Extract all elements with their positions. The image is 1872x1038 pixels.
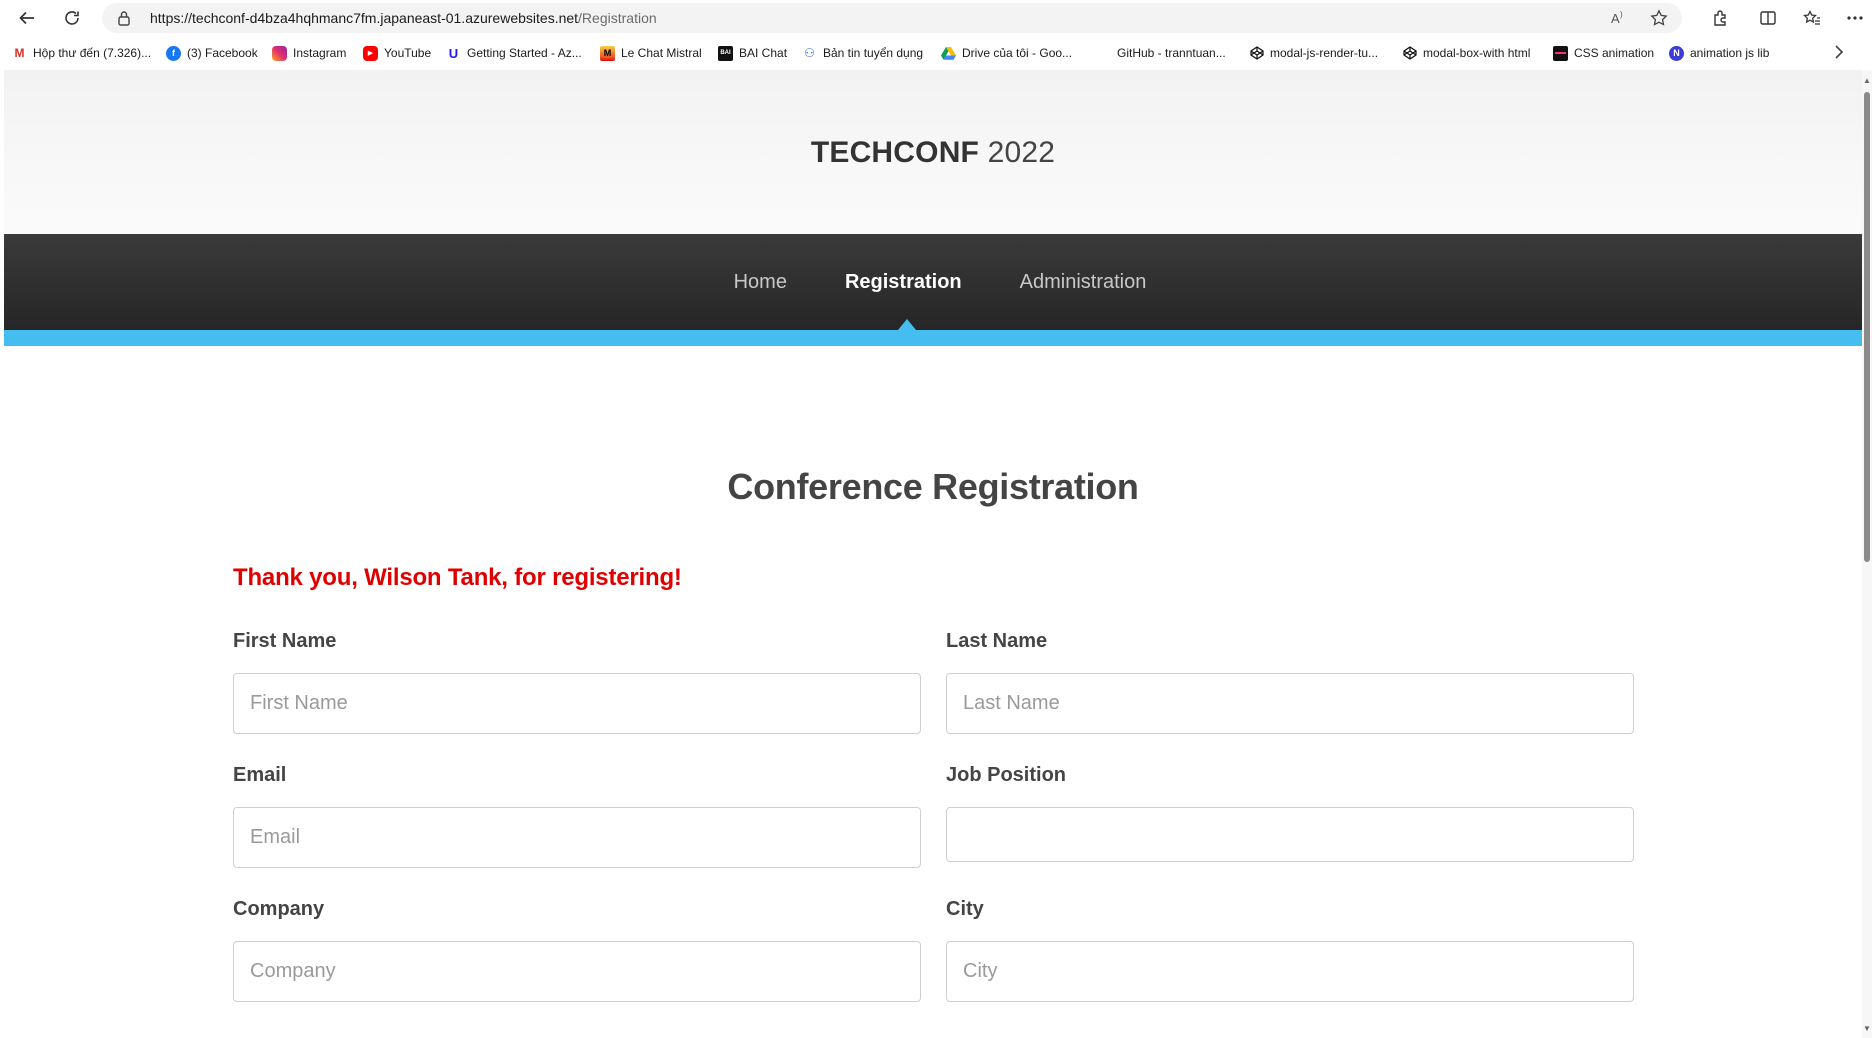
bookmark-getting-started[interactable]: U Getting Started - Az... [446, 43, 582, 63]
address-bar[interactable]: https://techconf-d4bza4hqhmanc7fm.japane… [102, 3, 1682, 33]
bookmark-label: modal-js-render-tu... [1270, 46, 1379, 60]
bookmark-css-animation[interactable]: CSS animation [1553, 43, 1654, 63]
bookmark-label: BAI Chat [739, 46, 788, 60]
bookmark-label: GitHub - tranntuan... [1117, 46, 1226, 60]
scroll-down-arrow-icon[interactable]: ▼ [1862, 1024, 1872, 1034]
bookmark-instagram[interactable]: Instagram [272, 43, 346, 63]
bookmarks-bar: M Hộp thư đến (7.326)... f (3) Facebook … [0, 40, 1872, 66]
company-label: Company [233, 898, 325, 920]
company-input[interactable] [233, 941, 921, 1002]
page-scrollbar[interactable]: ▲ ▼ [1862, 70, 1872, 1038]
scroll-up-arrow-icon[interactable]: ▲ [1862, 76, 1872, 86]
jobs-icon: ⚇ [804, 46, 815, 60]
brand-name: TECHCONF [810, 136, 980, 169]
bookmark-label: animation js lib [1690, 46, 1770, 60]
bookmark-label: (3) Facebook [187, 46, 258, 60]
youtube-icon: ▶ [363, 45, 378, 61]
main-nav: Home Registration Administration [4, 234, 1862, 330]
bookmark-github[interactable]: GitHub - tranntuan... [1096, 43, 1226, 63]
registration-section: Conference Registration Thank you, Wilso… [4, 346, 1862, 1038]
refresh-icon[interactable] [58, 4, 86, 32]
github-icon [1096, 45, 1111, 61]
nav-home[interactable]: Home [734, 271, 787, 294]
job-position-label: Job Position [946, 764, 1066, 786]
facebook-icon: f [166, 45, 181, 61]
instagram-icon [272, 45, 287, 61]
favorite-star-icon[interactable] [1648, 7, 1670, 29]
nav-registration[interactable]: Registration [845, 271, 962, 294]
bookmark-label: Bản tin tuyển dụng [823, 46, 924, 60]
split-screen-icon[interactable] [1754, 4, 1782, 32]
job-position-input[interactable] [946, 807, 1634, 862]
bookmark-label: CSS animation [1574, 46, 1655, 60]
bookmarks-overflow-chevron-icon[interactable] [1834, 43, 1844, 64]
page-viewport: TECHCONF 2022 Home Registration Administ… [4, 70, 1862, 1038]
svg-text:): ) [1620, 10, 1623, 19]
nav-administration[interactable]: Administration [1020, 271, 1147, 294]
city-label: City [946, 898, 984, 920]
bookmark-le-chat-mistral[interactable]: M Le Chat Mistral [600, 43, 702, 63]
baichat-icon: BAI [718, 45, 733, 61]
bookmark-label: Instagram [293, 46, 347, 60]
nav-accent-bar [4, 330, 1862, 346]
udacity-icon: U [448, 45, 459, 61]
bookmark-label: modal-box-with html [1423, 46, 1531, 60]
url-host: https://techconf-d4bza4hqhmanc7fm.japane… [150, 10, 579, 26]
favorites-list-icon[interactable] [1798, 4, 1826, 32]
registration-success-message: Thank you, Wilson Tank, for registering! [233, 564, 682, 591]
first-name-input[interactable] [233, 673, 921, 734]
active-nav-caret-icon [898, 319, 916, 330]
extensions-icon[interactable] [1706, 4, 1734, 32]
bookmark-modal-box[interactable]: modal-box-with html [1402, 43, 1530, 63]
browser-toolbar: https://techconf-d4bza4hqhmanc7fm.japane… [0, 0, 1872, 36]
brand-year: 2022 [979, 136, 1056, 169]
email-label: Email [233, 764, 287, 786]
gmail-icon: M [14, 46, 25, 60]
bookmark-animation-js[interactable]: N animation js lib [1669, 43, 1769, 63]
drive-icon [941, 46, 956, 61]
site-header: TECHCONF 2022 [4, 70, 1862, 234]
bookmark-facebook[interactable]: f (3) Facebook [166, 43, 258, 63]
bookmark-label: Drive của tôi - Goo... [962, 46, 1073, 60]
email-input[interactable] [233, 807, 921, 868]
first-name-label: First Name [233, 630, 337, 652]
lock-icon[interactable] [114, 8, 134, 28]
codepen-icon [1249, 46, 1264, 61]
mistral-icon: M [600, 45, 615, 61]
url-text[interactable]: https://techconf-d4bza4hqhmanc7fm.japane… [150, 10, 657, 26]
bookmark-label: Le Chat Mistral [621, 46, 702, 60]
more-options-icon[interactable] [1841, 4, 1869, 32]
city-input[interactable] [946, 941, 1634, 1002]
svg-text:A: A [1611, 11, 1620, 26]
bookmark-bai-chat[interactable]: BAI BAI Chat [718, 43, 787, 63]
scrollbar-thumb[interactable] [1864, 92, 1870, 562]
bookmark-drive[interactable]: Drive của tôi - Goo... [941, 43, 1072, 63]
notion-icon: N [1669, 45, 1684, 61]
bookmark-modal-js[interactable]: modal-js-render-tu... [1249, 43, 1378, 63]
codepen-icon [1402, 46, 1417, 61]
bookmark-youtube[interactable]: ▶ YouTube [363, 43, 431, 63]
bookmark-gmail[interactable]: M Hộp thư đến (7.326)... [12, 43, 152, 63]
bookmark-ban-tin[interactable]: ⚇ Bản tin tuyển dụng [802, 43, 923, 63]
css-icon [1553, 45, 1568, 61]
bookmark-label: YouTube [384, 46, 432, 60]
read-aloud-icon[interactable]: A) [1608, 7, 1630, 29]
bookmark-label: Hộp thư đến (7.326)... [33, 46, 152, 60]
bookmark-label: Getting Started - Az... [467, 46, 582, 60]
last-name-label: Last Name [946, 630, 1048, 652]
url-path: /Registration [578, 10, 657, 26]
back-arrow-icon[interactable] [13, 4, 41, 32]
page-title: Conference Registration [727, 466, 1139, 507]
last-name-input[interactable] [946, 673, 1634, 734]
site-brand[interactable]: TECHCONF 2022 [4, 136, 1862, 170]
